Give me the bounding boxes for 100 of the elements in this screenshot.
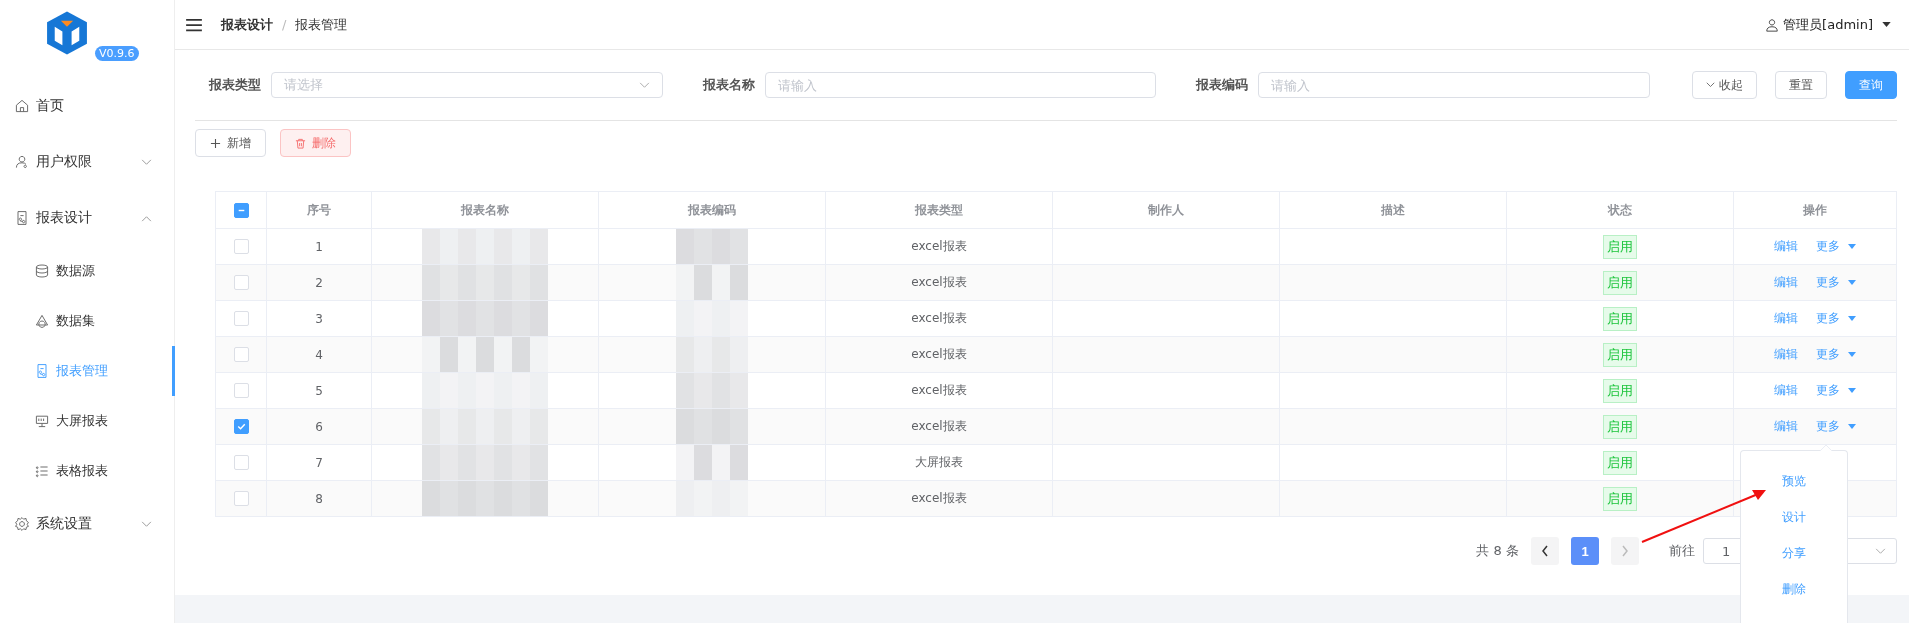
chevron-icon — [141, 520, 152, 528]
nav-item[interactable]: 首页 — [36, 97, 64, 115]
table-cell: excel报表 — [825, 228, 1053, 265]
nav-item[interactable]: 系统设置 — [36, 515, 92, 533]
select-field[interactable]: 请选择 — [271, 72, 663, 98]
breadcrumb-item: 报表管理 — [295, 15, 348, 34]
menu-item[interactable]: 预览 — [1782, 467, 1806, 503]
collapse-button[interactable]: 收起 — [1692, 71, 1757, 99]
caret-icon — [1847, 280, 1856, 285]
table-cell: 8 — [266, 480, 372, 517]
nav-subitem[interactable]: 数据源 — [56, 262, 95, 280]
more-link[interactable]: 更多 — [1816, 275, 1840, 289]
edit-link[interactable]: 编辑 — [1774, 347, 1799, 361]
blurred-text — [676, 229, 748, 264]
user-icon — [1765, 17, 1780, 32]
table-cell: 6 — [266, 408, 372, 445]
home-icon — [14, 98, 30, 114]
table-cell: 4 — [266, 336, 372, 373]
input-field[interactable]: 请输入 — [1258, 72, 1650, 98]
column-header: 操作 — [1733, 191, 1897, 229]
chevron-icon — [1875, 547, 1886, 555]
monitor-icon — [34, 413, 50, 429]
filter-label: 报表名称 — [701, 76, 755, 94]
delete-button[interactable]: 删除 — [280, 129, 351, 157]
column-header: 制作人 — [1052, 191, 1280, 229]
logo-icon — [44, 10, 90, 56]
edit-link[interactable]: 编辑 — [1774, 419, 1799, 433]
filter-label: 报表编码 — [1194, 76, 1249, 94]
add-button[interactable]: 新增 — [195, 129, 266, 157]
nav-item[interactable]: 用户权限 — [36, 153, 92, 171]
caret-icon — [1847, 352, 1856, 357]
table-cell: excel报表 — [825, 264, 1053, 301]
menu-item[interactable]: 删除 — [1782, 575, 1806, 611]
column-header: 报表类型 — [825, 191, 1053, 229]
breadcrumb-item[interactable]: 报表设计 — [221, 15, 273, 34]
chevron-icon — [141, 158, 152, 166]
next-page-button[interactable] — [1611, 537, 1639, 565]
more-link[interactable]: 更多 — [1816, 383, 1840, 397]
column-header: 报表编码 — [598, 191, 826, 229]
triangle-icon — [34, 313, 50, 329]
edit-link[interactable]: 编辑 — [1774, 239, 1799, 253]
caret-icon — [1847, 316, 1856, 321]
table-cell: excel报表 — [825, 336, 1053, 373]
nav-item[interactable]: 报表设计 — [36, 209, 92, 227]
total-count: 共 8 条 — [1476, 542, 1519, 560]
nav-subitem[interactable]: 报表管理 — [56, 362, 108, 380]
status-tag: 启用 — [1603, 306, 1637, 331]
reset-button[interactable]: 重置 — [1775, 71, 1827, 99]
caret-icon — [1882, 22, 1891, 27]
status-tag: 启用 — [1603, 234, 1637, 259]
nav-subitem[interactable]: 数据集 — [56, 312, 95, 330]
query-button[interactable]: 查询 — [1845, 71, 1897, 99]
page-button[interactable]: 1 — [1571, 537, 1599, 565]
filter-label: 报表类型 — [207, 76, 261, 94]
table-cell: 7 — [266, 444, 372, 481]
table-cell: 大屏报表 — [825, 444, 1053, 481]
menu-item[interactable]: 分享 — [1782, 539, 1806, 575]
blurred-text — [676, 373, 748, 408]
table-cell: excel报表 — [825, 372, 1053, 409]
select-all-checkbox[interactable] — [233, 202, 249, 218]
prev-page-button[interactable] — [1531, 537, 1559, 565]
blurred-text — [676, 409, 748, 444]
column-header: 描述 — [1279, 191, 1507, 229]
menu-item[interactable]: 设计 — [1782, 503, 1806, 539]
caret-icon — [1847, 388, 1856, 393]
table-cell: 5 — [266, 372, 372, 409]
gear-icon — [14, 516, 30, 532]
table-cell: excel报表 — [825, 300, 1053, 337]
more-link[interactable]: 更多 — [1816, 347, 1840, 361]
status-tag: 启用 — [1603, 270, 1637, 295]
caret-icon — [1847, 424, 1856, 429]
row-checkbox[interactable] — [233, 419, 249, 434]
input-field[interactable]: 请输入 — [764, 72, 1157, 98]
user-menu[interactable]: 管理员[admin] — [1783, 15, 1873, 34]
edit-link[interactable]: 编辑 — [1774, 383, 1799, 397]
version-badge: V0.9.6 — [95, 46, 139, 61]
status-tag: 启用 — [1603, 450, 1637, 475]
menu-icon[interactable] — [185, 17, 203, 32]
trash-icon — [295, 137, 306, 149]
table-cell: excel报表 — [825, 408, 1053, 445]
user-icon — [14, 154, 30, 170]
nav-subitem[interactable]: 表格报表 — [56, 462, 108, 480]
table-cell: 2 — [266, 264, 372, 301]
column-header: 报表名称 — [371, 191, 599, 229]
more-link[interactable]: 更多 — [1816, 239, 1840, 253]
edit-link[interactable]: 编辑 — [1774, 311, 1799, 325]
chevron-right-icon — [1621, 545, 1629, 557]
breadcrumb-separator: / — [282, 17, 287, 32]
database-icon — [34, 263, 50, 279]
edit-link[interactable]: 编辑 — [1774, 275, 1799, 289]
chevron-left-icon — [1541, 545, 1549, 557]
status-tag: 启用 — [1603, 486, 1637, 511]
caret-icon — [1847, 244, 1856, 249]
more-link[interactable]: 更多 — [1816, 419, 1840, 433]
more-link[interactable]: 更多 — [1816, 311, 1840, 325]
chevron-icon — [141, 214, 152, 222]
nav-subitem[interactable]: 大屏报表 — [56, 412, 108, 430]
chevron-icon — [638, 81, 650, 89]
table-cell: 3 — [266, 300, 372, 337]
goto-label: 前往 — [1669, 542, 1695, 560]
